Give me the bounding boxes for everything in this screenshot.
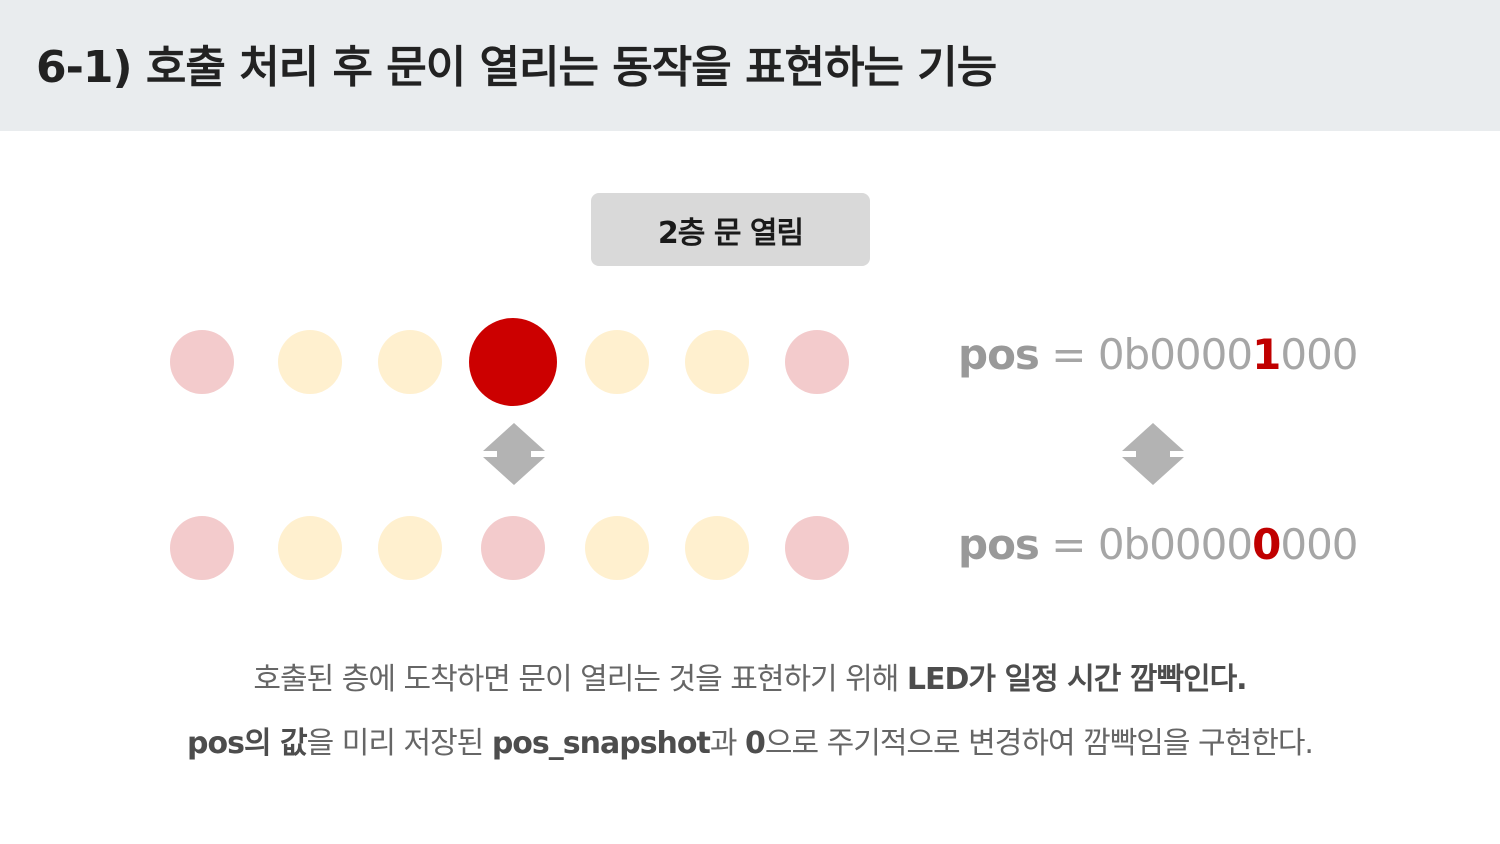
pos-highlight-bit: 1 — [1252, 330, 1281, 379]
led-inner — [585, 330, 649, 394]
description-text: 과 — [709, 726, 746, 761]
slide-header: 6-1) 호출 처리 후 문이 열리는 동작을 표현하는 기능 — [0, 0, 1500, 131]
pos-keyword: pos — [958, 520, 1040, 569]
pos-binary-suffix: 000 — [1280, 330, 1358, 379]
pos-value-open: pos = 0b00001000 — [958, 325, 1359, 385]
pos-highlight-bit: 0 — [1252, 520, 1281, 569]
led-inner — [685, 516, 749, 580]
double-arrow-icon — [1122, 423, 1184, 485]
led-outer — [481, 516, 545, 580]
pos-value-closed: pos = 0b00000000 — [958, 515, 1359, 575]
led-inner — [278, 516, 342, 580]
double-arrow-icon — [483, 423, 545, 485]
led-outer — [170, 516, 234, 580]
pos-binary-prefix: 0b0000 — [1097, 330, 1253, 379]
pos-equals: = — [1038, 330, 1098, 379]
description-emphasis: LED가 일정 시간 깜빡인다. — [906, 662, 1248, 697]
status-badge: 2층 문 열림 — [591, 193, 870, 266]
led-inner — [685, 330, 749, 394]
led-active — [469, 318, 557, 406]
pos-equals: = — [1038, 520, 1098, 569]
description-emphasis: 0 — [745, 726, 766, 761]
description-text: 으로 주기적으로 변경하여 깜빡임을 구현한다. — [764, 726, 1314, 761]
pos-binary-suffix: 000 — [1280, 520, 1358, 569]
description-line-1: 호출된 층에 도착하면 문이 열리는 것을 표현하기 위해 LED가 일정 시간… — [0, 660, 1500, 700]
pos-keyword: pos — [958, 330, 1040, 379]
description-emphasis: pos의 값 — [187, 726, 308, 761]
page-title: 6-1) 호출 처리 후 문이 열리는 동작을 표현하는 기능 — [36, 42, 997, 93]
pos-binary-prefix: 0b0000 — [1097, 520, 1253, 569]
led-outer — [785, 516, 849, 580]
led-inner — [278, 330, 342, 394]
led-inner — [585, 516, 649, 580]
description-emphasis: pos_snapshot — [491, 726, 711, 761]
description-line-2: pos의 값을 미리 저장된 pos_snapshot과 0으로 주기적으로 변… — [0, 724, 1500, 764]
led-outer — [170, 330, 234, 394]
led-outer — [785, 330, 849, 394]
led-inner — [378, 516, 442, 580]
description-text: 을 미리 저장된 — [306, 726, 492, 761]
led-inner — [378, 330, 442, 394]
description-text: 호출된 층에 도착하면 문이 열리는 것을 표현하기 위해 — [253, 662, 907, 697]
